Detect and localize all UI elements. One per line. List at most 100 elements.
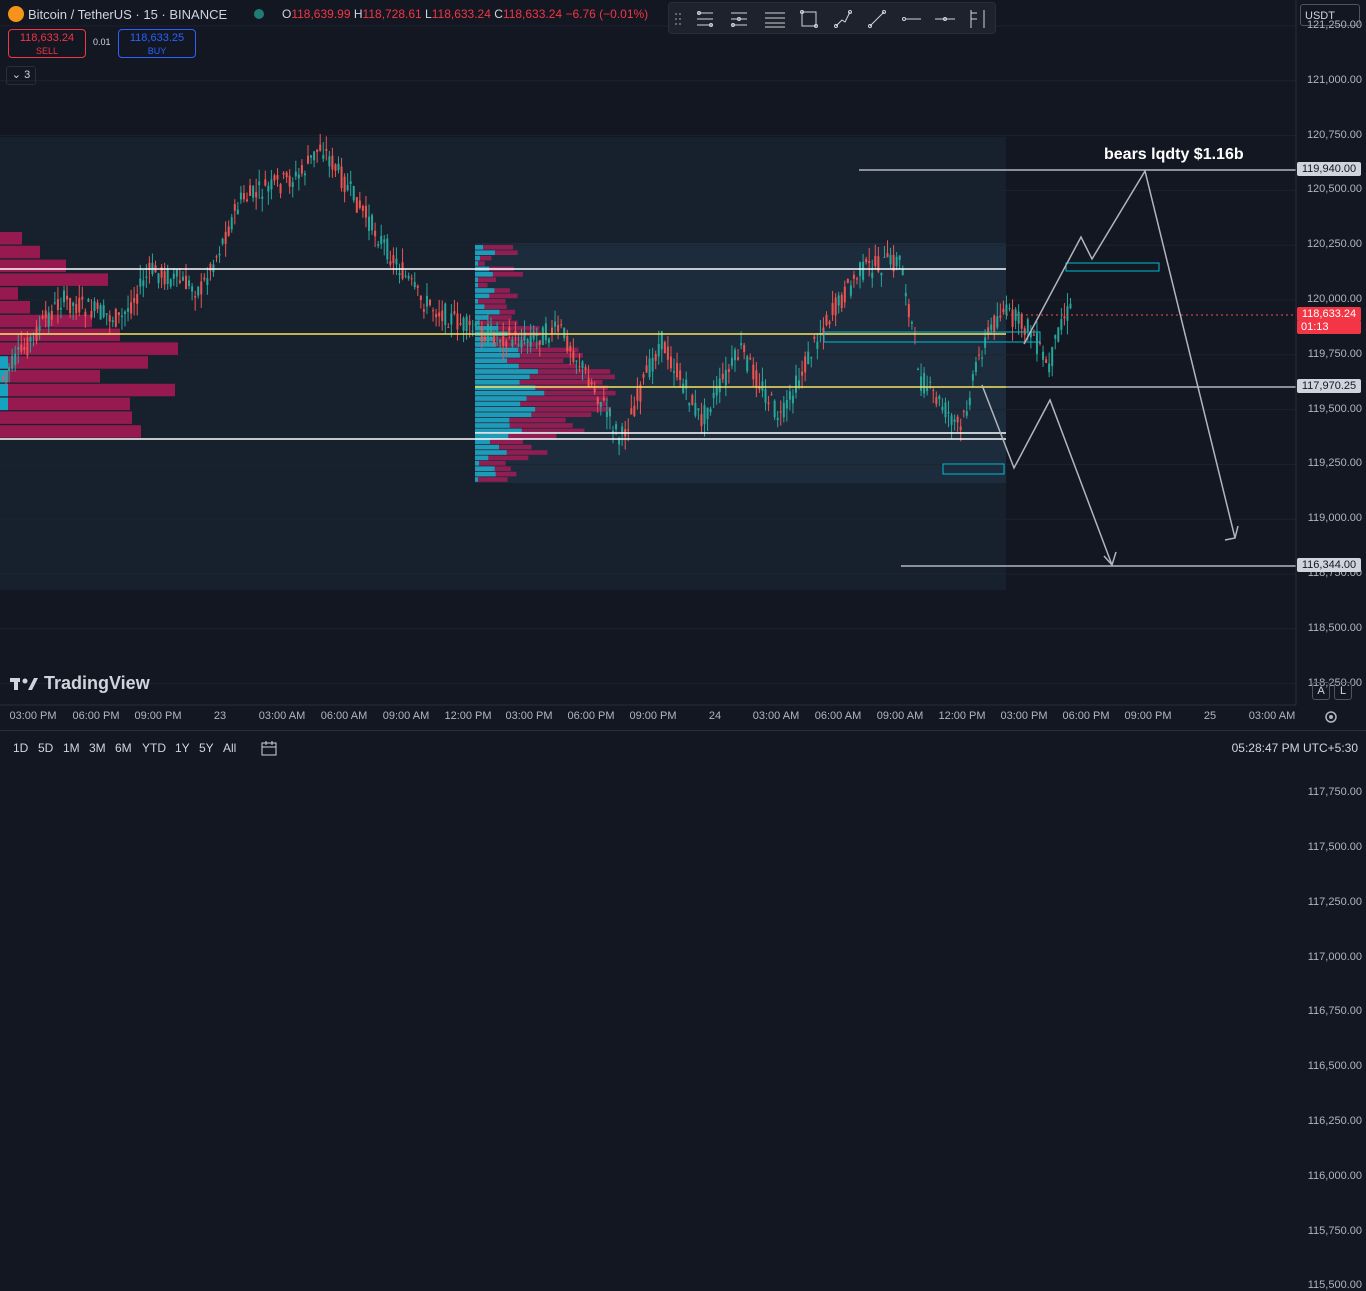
log-scale-button[interactable]: L	[1334, 682, 1352, 700]
trend-based-fib-icon[interactable]	[727, 7, 751, 31]
candle-body	[194, 296, 197, 298]
range-button-1d[interactable]: 1D	[13, 741, 28, 755]
candle-body	[465, 316, 468, 332]
candle-body	[596, 397, 599, 404]
candle-body	[474, 322, 477, 327]
parallel-channel-icon[interactable]	[763, 7, 787, 31]
candle-body	[44, 310, 47, 319]
candle-body	[816, 341, 819, 349]
settings-gear-icon[interactable]	[1323, 709, 1339, 725]
range-button-1y[interactable]: 1Y	[175, 741, 190, 755]
range-button-5d[interactable]: 5D	[38, 741, 53, 755]
volume-profile-bar	[0, 397, 130, 411]
candle-body	[47, 312, 50, 327]
candle-body	[831, 303, 834, 316]
range-button-6m[interactable]: 6M	[115, 741, 132, 755]
time-axis-label: 12:00 PM	[938, 710, 986, 722]
volume-profile-bar	[475, 412, 532, 417]
candle-body	[282, 173, 285, 175]
candle-body	[346, 184, 349, 191]
rectangle-icon[interactable]	[797, 7, 821, 31]
candle-body	[566, 335, 569, 352]
candle-body	[926, 387, 929, 392]
auto-scale-button[interactable]: A	[1312, 682, 1330, 700]
range-button-ytd[interactable]: YTD	[142, 741, 166, 755]
horizontal-ray-icon[interactable]	[899, 7, 923, 31]
volume-profile-bar	[475, 299, 478, 304]
candle-body	[368, 216, 370, 231]
candle-body	[898, 255, 901, 261]
goto-date-icon[interactable]	[260, 739, 278, 757]
candle-body	[120, 315, 123, 318]
candle-body	[459, 323, 462, 325]
candle-body	[249, 185, 252, 196]
volume-profile-bar	[475, 461, 480, 466]
candle-body	[438, 312, 441, 317]
volume-profile-bar	[475, 423, 510, 428]
symbol-title[interactable]: Bitcoin / TetherUS · 15 · BINANCE	[28, 7, 227, 22]
candle-body	[252, 186, 255, 198]
candle-body	[828, 321, 831, 325]
candle-body	[349, 181, 352, 184]
candle-body	[200, 281, 203, 295]
volume-profile-bar	[0, 287, 18, 300]
volume-profile-bar	[475, 477, 508, 482]
sell-button[interactable]: 118,633.24 SELL	[8, 29, 86, 58]
indicators-toggle-button[interactable]: ⌄ 3	[6, 66, 36, 85]
candle-body	[608, 408, 611, 417]
candle-body	[715, 386, 718, 396]
long-position-icon[interactable]	[965, 7, 989, 31]
candle-body	[2, 377, 4, 379]
time-axis-label: 09:00 PM	[629, 710, 677, 722]
candle-body	[703, 405, 706, 425]
range-button-5y[interactable]: 5Y	[199, 741, 214, 755]
buy-button[interactable]: 118,633.25 BUY	[118, 29, 196, 58]
range-button-3m[interactable]: 3M	[89, 741, 106, 755]
annotation-text[interactable]: bears lqdty $1.16b	[1104, 146, 1244, 164]
candle-body	[380, 235, 383, 245]
market-status-icon[interactable]	[254, 9, 264, 19]
candle-body	[840, 294, 843, 309]
candle-body	[868, 261, 871, 264]
volume-profile-bar	[475, 477, 478, 482]
candle-body	[932, 390, 935, 392]
candle-body	[834, 297, 837, 316]
candle-body	[255, 192, 258, 198]
candle-body	[642, 374, 645, 378]
volume-profile-bar	[0, 245, 40, 259]
candle-body	[517, 344, 520, 346]
candle-body	[813, 336, 816, 339]
candle-body	[581, 361, 584, 369]
price-axis-label: 117,500.00	[1307, 841, 1362, 853]
volume-profile-bar	[475, 277, 497, 282]
range-button-1m[interactable]: 1M	[63, 741, 80, 755]
volume-profile-bar	[475, 417, 510, 423]
range-button-all[interactable]: All	[223, 741, 236, 755]
fib-retracement-icon[interactable]	[693, 7, 717, 31]
bottom-toolbar: 1D 5D 1M 3M 6M YTD 1Y 5Y All 05:28:47 PM UTC+5:3…	[0, 730, 1366, 765]
candle-body	[599, 401, 602, 407]
ohlc-low-label: L	[425, 7, 432, 21]
spread-value: 0.01	[93, 37, 111, 47]
candle-body	[358, 200, 361, 208]
volume-profile-bar	[475, 461, 506, 466]
price-axis-label: 116,750.00	[1307, 1005, 1362, 1018]
candle-body	[69, 297, 72, 314]
chart-canvas[interactable]	[0, 0, 1366, 768]
chevron-down-icon: ⌄	[11, 69, 22, 81]
candle-body	[895, 256, 898, 267]
trend-line-icon[interactable]	[865, 7, 889, 31]
price-axis-label: 116,250.00	[1307, 1115, 1362, 1127]
price-axis-label: 118,500.00	[1307, 621, 1362, 634]
buy-price: 118,633.25	[129, 32, 185, 44]
candle-body	[679, 370, 682, 380]
clock-timezone[interactable]: 05:28:47 PM UTC+5:30	[1232, 741, 1358, 755]
path-icon[interactable]	[831, 7, 855, 31]
candle-body	[425, 295, 428, 307]
drag-handle-icon[interactable]	[671, 7, 685, 31]
ohlc-readout: O118,639.99 H118,728.61 L118,633.24 C118…	[282, 7, 648, 21]
supply-zone-rectangle[interactable]	[1065, 262, 1160, 272]
tradingview-logo[interactable]: TradingView	[10, 673, 150, 694]
time-axis-label: 03:00 PM	[9, 710, 57, 722]
horizontal-line-icon[interactable]	[933, 7, 957, 31]
